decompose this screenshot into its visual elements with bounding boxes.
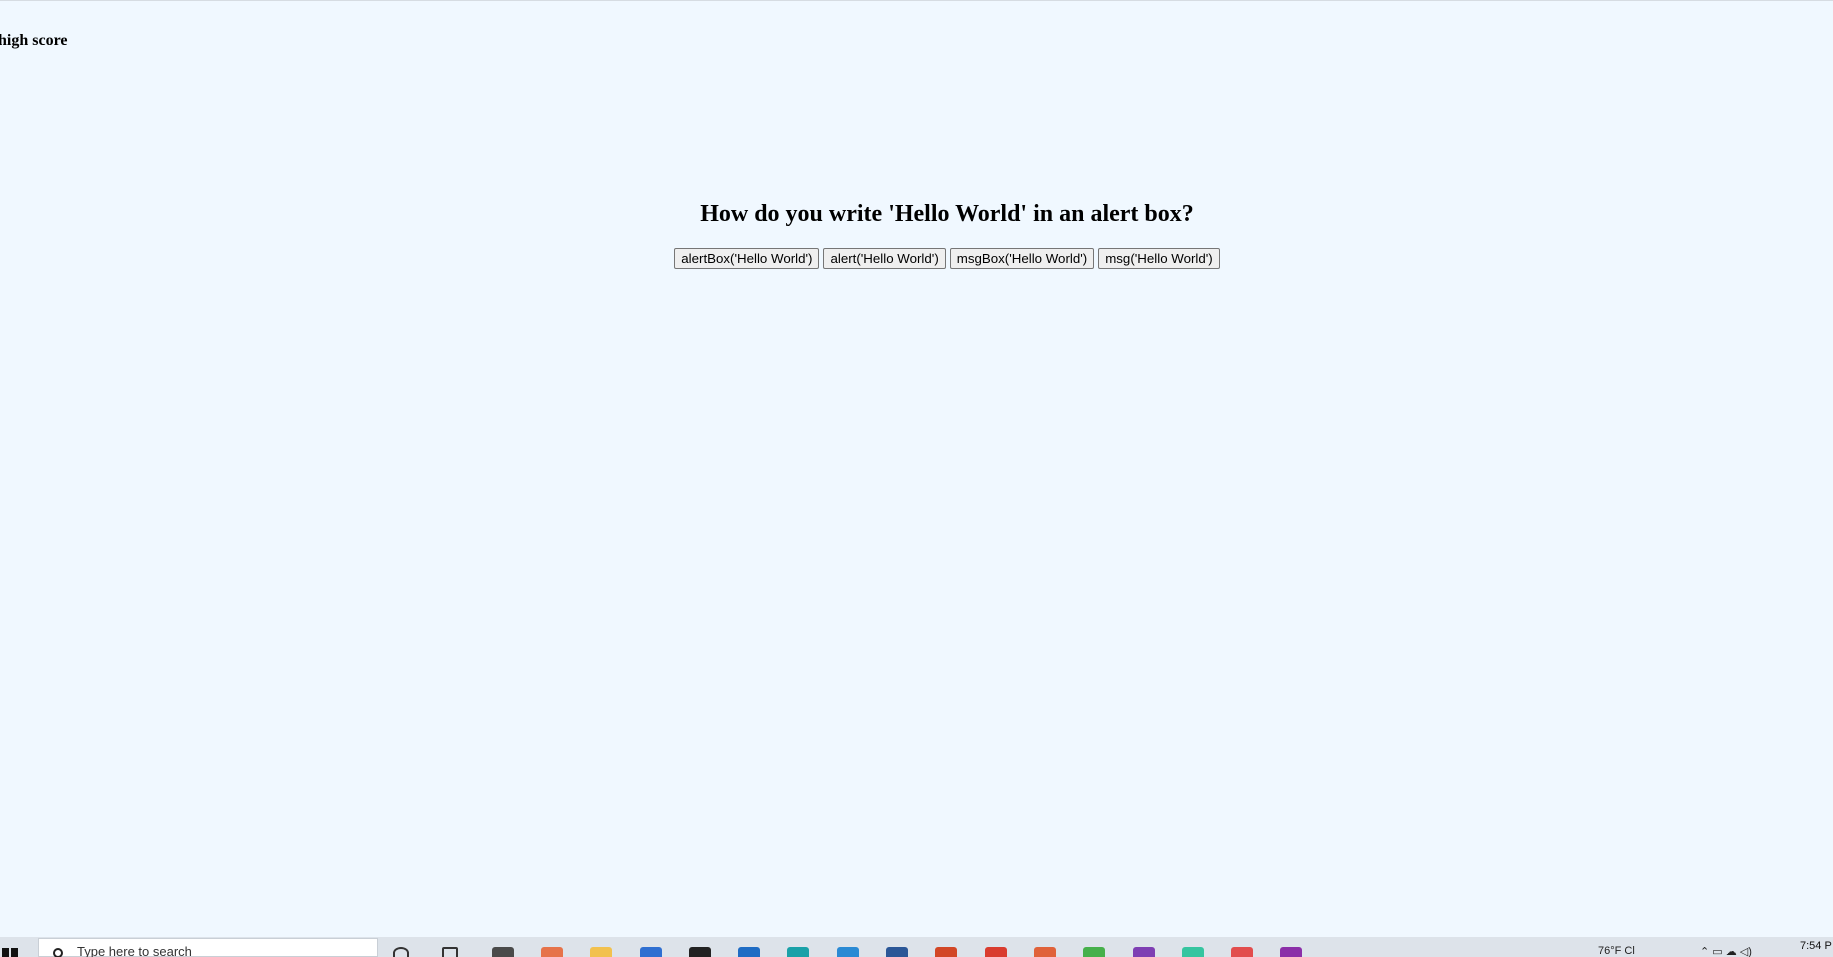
word-icon[interactable] [886,947,908,957]
onenote-icon[interactable] [1280,947,1302,957]
tray-icons[interactable]: ⌃ ▭ ☁ ◁) [1700,945,1752,957]
office-icon[interactable] [935,947,957,957]
outlook-icon[interactable] [738,947,760,957]
green-app-icon[interactable] [1083,947,1105,957]
slack-icon[interactable] [1182,947,1204,957]
answer-button-1[interactable]: alertBox('Hello World') [674,248,820,269]
taskbar-clock[interactable]: 7:54 P [1800,940,1832,952]
taskbar: Type here to search 76°F Cl ⌃ ▭ ☁ ◁) [0,937,1833,957]
answer-button-2[interactable]: alert('Hello World') [823,248,946,269]
red-app-icon[interactable] [1231,947,1253,957]
answer-button-3[interactable]: msgBox('Hello World') [949,248,1095,269]
high-score-label: high score [0,32,68,49]
task-view-icon[interactable] [442,947,458,957]
answer-options: alertBox('Hello World') alert('Hello Wor… [0,248,1833,269]
taskbar-search-box[interactable]: Type here to search [38,938,378,957]
search-icon [53,948,63,957]
chrome-icon[interactable] [985,947,1007,957]
paint-icon[interactable] [541,947,563,957]
windows-icon [2,948,18,957]
question-heading: How do you write 'Hello World' in an ale… [700,201,1194,227]
app-icon[interactable] [1034,947,1056,957]
search-placeholder: Type here to search [77,944,192,957]
start-button[interactable] [0,937,34,957]
vscode-icon[interactable] [837,947,859,957]
edge-icon[interactable] [787,947,809,957]
cortana-icon[interactable] [393,947,409,957]
dropbox-icon[interactable] [689,947,711,957]
purple-app-icon[interactable] [1133,947,1155,957]
weather-label: 76°F Cl [1598,945,1635,957]
answer-button-4[interactable]: msg('Hello World') [1098,248,1220,269]
briefcase-icon[interactable] [492,947,514,957]
folder-icon[interactable] [590,947,612,957]
top-border [0,0,1833,1]
todo-icon[interactable] [640,947,662,957]
